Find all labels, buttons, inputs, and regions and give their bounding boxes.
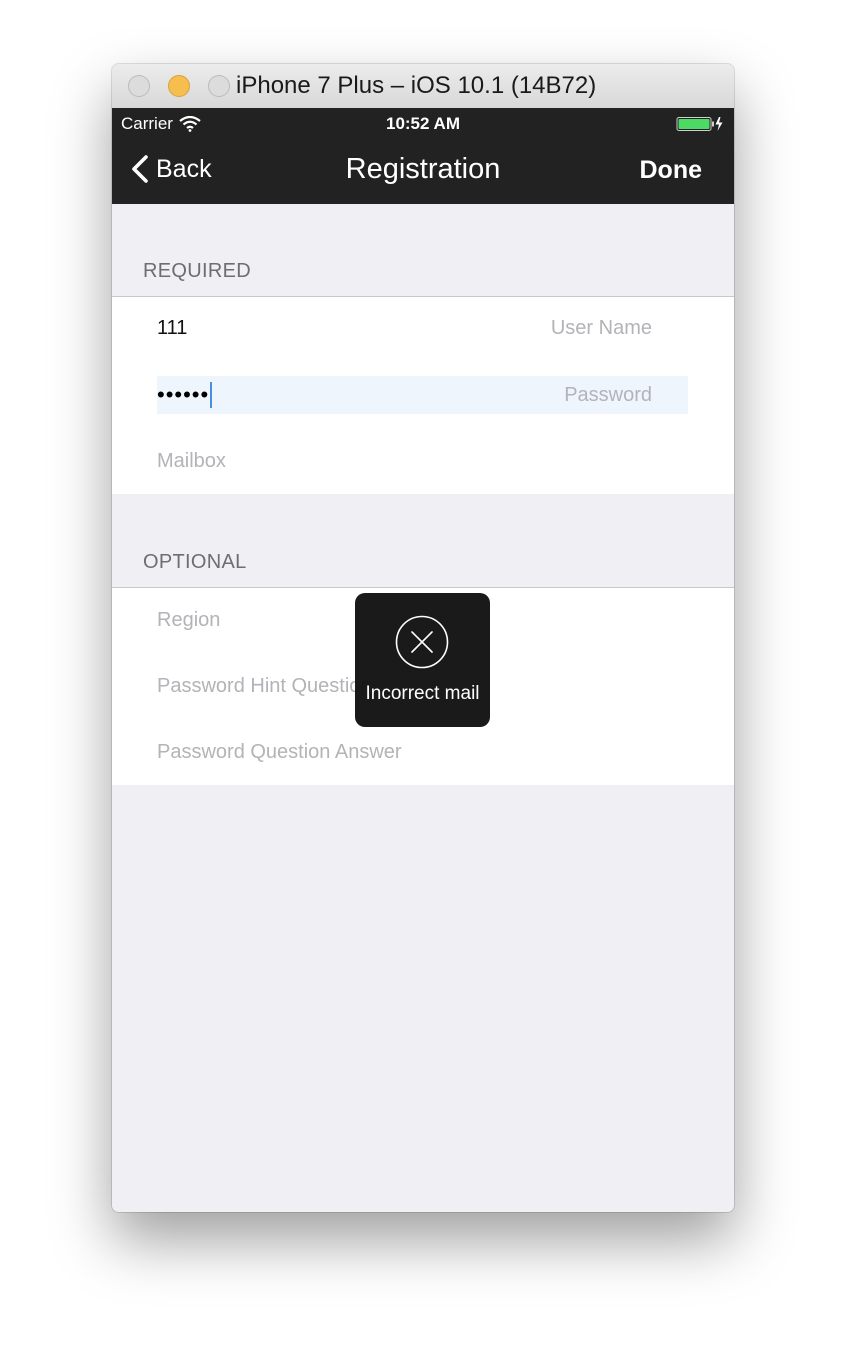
error-toast: Incorrect mail: [355, 593, 490, 727]
region-placeholder: Region: [157, 608, 221, 631]
hint-question-placeholder: Password Hint Question: [157, 674, 372, 697]
window-titlebar: iPhone 7 Plus – iOS 10.1 (14B72): [112, 64, 734, 109]
password-placeholder: Password: [564, 383, 652, 406]
required-group: 111 User Name •••••• Password Mailbox: [112, 296, 734, 494]
required-section-header: REQUIRED: [143, 260, 251, 282]
close-window-button[interactable]: [128, 75, 150, 97]
user-name-placeholder: User Name: [550, 316, 652, 339]
question-answer-field[interactable]: Password Question Answer: [157, 733, 688, 771]
password-field[interactable]: •••••• Password: [157, 376, 688, 414]
battery-icon: [676, 117, 723, 131]
status-time: 10:52 AM: [385, 114, 460, 133]
user-name-field[interactable]: 111 User Name: [157, 309, 688, 347]
mailbox-field[interactable]: Mailbox: [157, 442, 688, 480]
zoom-window-button[interactable]: [208, 75, 230, 97]
minimize-window-button[interactable]: [168, 75, 190, 97]
password-value: ••••••: [157, 382, 210, 407]
window-title: iPhone 7 Plus – iOS 10.1 (14B72): [236, 72, 597, 99]
simulator-window: iPhone 7 Plus – iOS 10.1 (14B72) Carrier…: [112, 64, 734, 1212]
close-circle-icon: [395, 615, 449, 669]
question-answer-placeholder: Password Question Answer: [157, 740, 402, 763]
toast-message: Incorrect mail: [365, 683, 480, 704]
optional-section-header: OPTIONAL: [143, 551, 247, 573]
done-button[interactable]: Done: [640, 156, 703, 185]
navigation-bar: Carrier 10:52 AM Back Registration Done: [112, 108, 734, 204]
device-screen: Carrier 10:52 AM Back Registration Done …: [112, 108, 734, 1212]
user-name-value: 111: [157, 316, 188, 339]
text-cursor: [210, 382, 213, 408]
mailbox-placeholder: Mailbox: [157, 449, 226, 472]
